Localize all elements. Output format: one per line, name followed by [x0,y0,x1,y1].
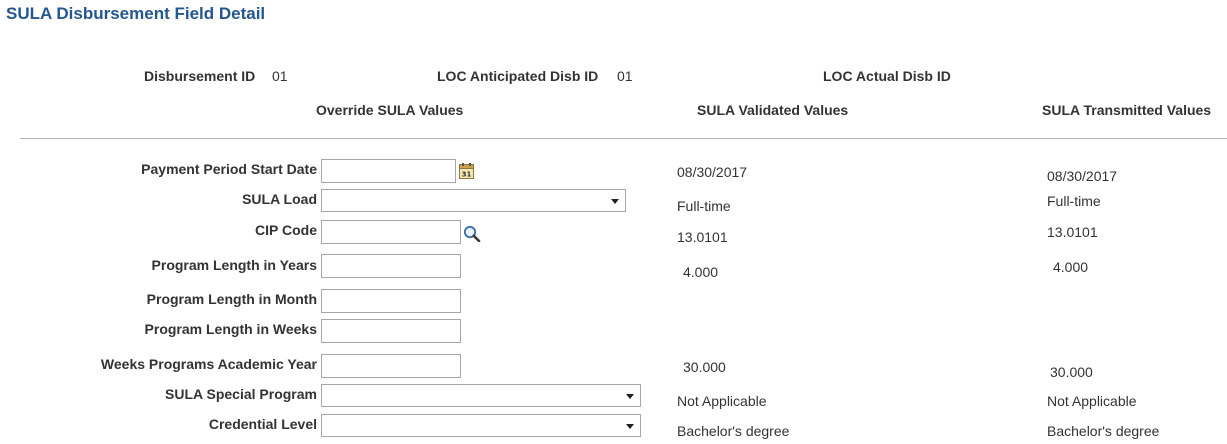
sula-load-validated: Full-time [677,198,731,214]
program-length-years-validated: 4.000 [683,264,719,280]
weeks-programs-academic-year-validated: 30.000 [683,359,726,375]
credential-level-select[interactable] [321,414,641,437]
page-title: SULA Disbursement Field Detail [6,4,266,23]
cip-code-validated: 13.0101 [677,229,728,245]
program-length-weeks-label: Program Length in Weeks [144,321,317,337]
chevron-down-icon [626,394,634,399]
sula-load-label: SULA Load [242,191,317,207]
weeks-programs-academic-year-label: Weeks Programs Academic Year [100,356,317,372]
sula-load-select[interactable] [321,189,626,212]
program-length-years-transmitted: 4.000 [1053,259,1089,275]
cip-code-transmitted: 13.0101 [1047,224,1098,240]
program-length-years-label: Program Length in Years [151,257,317,273]
column-header-validated: SULA Validated Values [697,102,849,118]
column-header-override: Override SULA Values [316,102,464,118]
sula-special-program-transmitted: Not Applicable [1047,393,1137,409]
sula-load-transmitted: Full-time [1047,193,1101,209]
disbursement-id-label: Disbursement ID [144,68,256,84]
loc-anticipated-disb-id-value: 01 [617,68,633,84]
loc-actual-disb-id-label: LOC Actual Disb ID [823,68,951,84]
chevron-down-icon [611,199,619,204]
cip-code-label: CIP Code [255,222,317,238]
credential-level-transmitted: Bachelor's degree [1047,423,1160,439]
sula-special-program-label: SULA Special Program [165,386,317,402]
payment-period-start-date-input[interactable] [321,159,456,183]
column-header-transmitted: SULA Transmitted Values [1042,102,1212,118]
section-divider [20,138,1227,139]
program-length-weeks-input[interactable] [321,319,461,343]
cip-code-input[interactable] [321,220,461,244]
credential-level-label: Credential Level [208,416,317,432]
calendar-icon[interactable]: 31 [459,163,474,179]
svg-text:31: 31 [462,171,472,179]
sula-special-program-select[interactable] [321,384,641,407]
weeks-programs-academic-year-input[interactable] [321,354,461,378]
payment-period-start-date-label: Payment Period Start Date [141,161,317,177]
chevron-down-icon [626,424,634,429]
credential-level-validated: Bachelor's degree [677,423,790,439]
magnifier-icon[interactable] [463,225,481,242]
payment-period-start-date-validated: 08/30/2017 [677,164,748,180]
weeks-programs-academic-year-transmitted: 30.000 [1050,364,1093,380]
program-length-years-input[interactable] [321,254,461,278]
loc-anticipated-disb-id-label: LOC Anticipated Disb ID [437,68,599,84]
payment-period-start-date-transmitted: 08/30/2017 [1047,168,1118,184]
disbursement-id-value: 01 [272,68,288,84]
program-length-month-input[interactable] [321,289,461,313]
program-length-month-label: Program Length in Month [146,291,317,307]
sula-special-program-validated: Not Applicable [677,393,767,409]
